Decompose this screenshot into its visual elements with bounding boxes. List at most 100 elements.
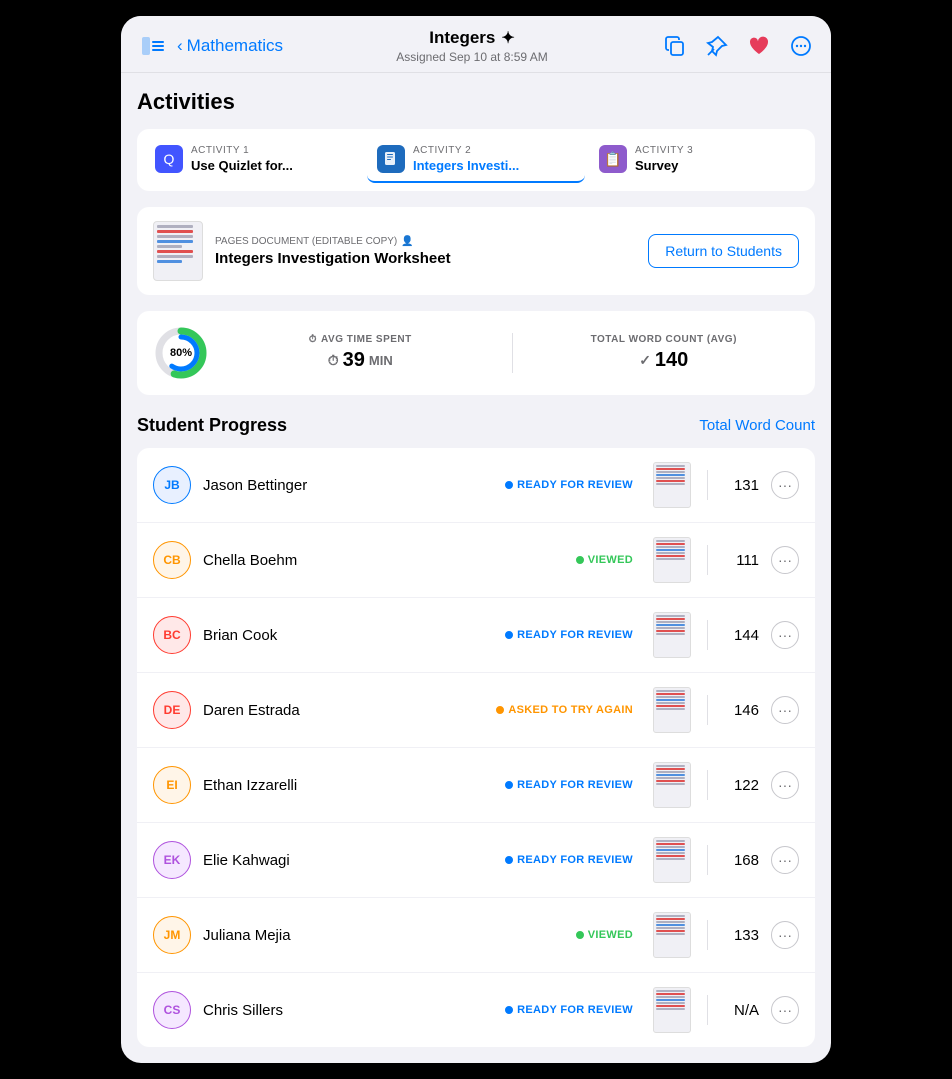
- chevron-left-icon: ‹: [177, 36, 183, 56]
- status-dot: [505, 781, 513, 789]
- main-content: Activities Q ACTIVITY 1 Use Quizlet for.…: [121, 73, 831, 1063]
- avg-time-unit: MIN: [369, 353, 393, 368]
- student-thumbnail[interactable]: [653, 687, 691, 733]
- doc-line-8: [157, 260, 182, 263]
- stats-card: 80% ⏱ AVG TIME SPENT ⏱ 39 MIN TOTAL WORD…: [137, 311, 815, 395]
- student-row: DE Daren Estrada ASKED TO TRY AGAIN 146 …: [137, 673, 815, 748]
- more-options-button[interactable]: ···: [771, 621, 799, 649]
- tab-3-name: Survey: [635, 158, 693, 173]
- status-dot: [505, 481, 513, 489]
- activity-tab-2[interactable]: ACTIVITY 2 Integers Investi...: [367, 137, 585, 183]
- column-divider: [707, 770, 708, 800]
- document-type: PAGES DOCUMENT (EDITABLE COPY) 👤: [215, 236, 451, 247]
- column-divider: [707, 845, 708, 875]
- back-button[interactable]: ‹ Mathematics: [177, 36, 283, 56]
- student-thumbnail[interactable]: [653, 537, 691, 583]
- student-name: Juliana Mejia: [203, 927, 564, 944]
- doc-line-2: [157, 230, 193, 233]
- student-thumbnail[interactable]: [653, 837, 691, 883]
- activity-tab-3[interactable]: 📋 ACTIVITY 3 Survey: [589, 137, 807, 183]
- status-dot: [576, 556, 584, 564]
- activity-tab-1[interactable]: Q ACTIVITY 1 Use Quizlet for...: [145, 137, 363, 183]
- tab-1-name: Use Quizlet for...: [191, 158, 293, 173]
- word-count-value: 111: [724, 552, 759, 569]
- sidebar-toggle-button[interactable]: [137, 30, 169, 62]
- word-count-label: TOTAL WORD COUNT (AVG): [529, 334, 800, 345]
- check-icon: ✓: [639, 352, 651, 369]
- avatar: CS: [153, 991, 191, 1029]
- doc-line-5: [157, 245, 182, 248]
- more-options-button[interactable]: ···: [771, 846, 799, 874]
- student-name: Daren Estrada: [203, 702, 484, 719]
- student-row: CS Chris Sillers READY FOR REVIEW N/A ··…: [137, 973, 815, 1047]
- status-badge: ASKED TO TRY AGAIN: [496, 704, 633, 716]
- avatar: EI: [153, 766, 191, 804]
- student-name: Ethan Izzarelli: [203, 777, 493, 794]
- avatar: BC: [153, 616, 191, 654]
- student-name: Jason Bettinger: [203, 477, 493, 494]
- column-divider: [707, 620, 708, 650]
- more-options-button[interactable]: ···: [771, 546, 799, 574]
- student-thumbnail[interactable]: [653, 462, 691, 508]
- column-divider: [707, 695, 708, 725]
- status-badge: VIEWED: [576, 929, 633, 941]
- document-name: Integers Investigation Worksheet: [215, 250, 451, 267]
- doc-line-1: [157, 225, 193, 228]
- word-count-value: 144: [724, 627, 759, 644]
- more-options-button[interactable]: ···: [771, 996, 799, 1024]
- avatar: DE: [153, 691, 191, 729]
- return-to-students-button[interactable]: Return to Students: [648, 234, 799, 268]
- more-options-button[interactable]: ···: [771, 921, 799, 949]
- student-thumbnail[interactable]: [653, 612, 691, 658]
- column-divider: [707, 995, 708, 1025]
- more-options-button[interactable]: ···: [771, 696, 799, 724]
- word-count-value: ✓ 140: [529, 349, 800, 372]
- copy-icon[interactable]: [661, 32, 689, 60]
- header-left: ‹ Mathematics: [137, 30, 283, 62]
- document-text: PAGES DOCUMENT (EDITABLE COPY) 👤 Integer…: [215, 236, 451, 267]
- heart-icon[interactable]: [745, 32, 773, 60]
- student-thumbnail[interactable]: [653, 912, 691, 958]
- pin-icon[interactable]: [703, 32, 731, 60]
- survey-icon: 📋: [599, 145, 627, 173]
- student-thumbnail[interactable]: [653, 987, 691, 1033]
- status-dot: [576, 931, 584, 939]
- status-badge: READY FOR REVIEW: [505, 779, 633, 791]
- avg-time-label: ⏱ AVG TIME SPENT: [225, 334, 496, 345]
- word-count-link[interactable]: Total Word Count: [699, 417, 815, 434]
- status-badge: VIEWED: [576, 554, 633, 566]
- more-options-button[interactable]: ···: [771, 771, 799, 799]
- student-name: Brian Cook: [203, 627, 493, 644]
- more-options-button[interactable]: ···: [771, 471, 799, 499]
- status-badge: READY FOR REVIEW: [505, 629, 633, 641]
- avatar: CB: [153, 541, 191, 579]
- donut-label: 80%: [170, 347, 192, 359]
- avatar: JM: [153, 916, 191, 954]
- document-thumbnail: [153, 221, 203, 281]
- avatar: JB: [153, 466, 191, 504]
- doc-line-7: [157, 255, 193, 258]
- word-count-value: 122: [724, 777, 759, 794]
- sparkle-icon: ✦: [501, 28, 514, 48]
- progress-title: Student Progress: [137, 415, 287, 436]
- student-row: EK Elie Kahwagi READY FOR REVIEW 168 ···: [137, 823, 815, 898]
- page-title: Integers ✦: [396, 28, 547, 48]
- status-dot: [496, 706, 504, 714]
- student-name: Chris Sillers: [203, 1002, 493, 1019]
- clock-small-icon: ⏱: [328, 352, 339, 369]
- avg-time-stat: ⏱ AVG TIME SPENT ⏱ 39 MIN: [225, 334, 496, 372]
- doc-line-6: [157, 250, 193, 253]
- progress-header: Student Progress Total Word Count: [137, 415, 815, 436]
- column-divider: [707, 545, 708, 575]
- word-count-value: N/A: [724, 1002, 759, 1019]
- more-icon[interactable]: [787, 32, 815, 60]
- student-row: JB Jason Bettinger READY FOR REVIEW 131 …: [137, 448, 815, 523]
- status-dot: [505, 856, 513, 864]
- tab-2-name: Integers Investi...: [413, 158, 519, 173]
- donut-chart: 80%: [153, 325, 209, 381]
- header-right: [661, 32, 815, 60]
- status-dot: [505, 631, 513, 639]
- student-thumbnail[interactable]: [653, 762, 691, 808]
- word-count-value: 131: [724, 477, 759, 494]
- status-badge: READY FOR REVIEW: [505, 854, 633, 866]
